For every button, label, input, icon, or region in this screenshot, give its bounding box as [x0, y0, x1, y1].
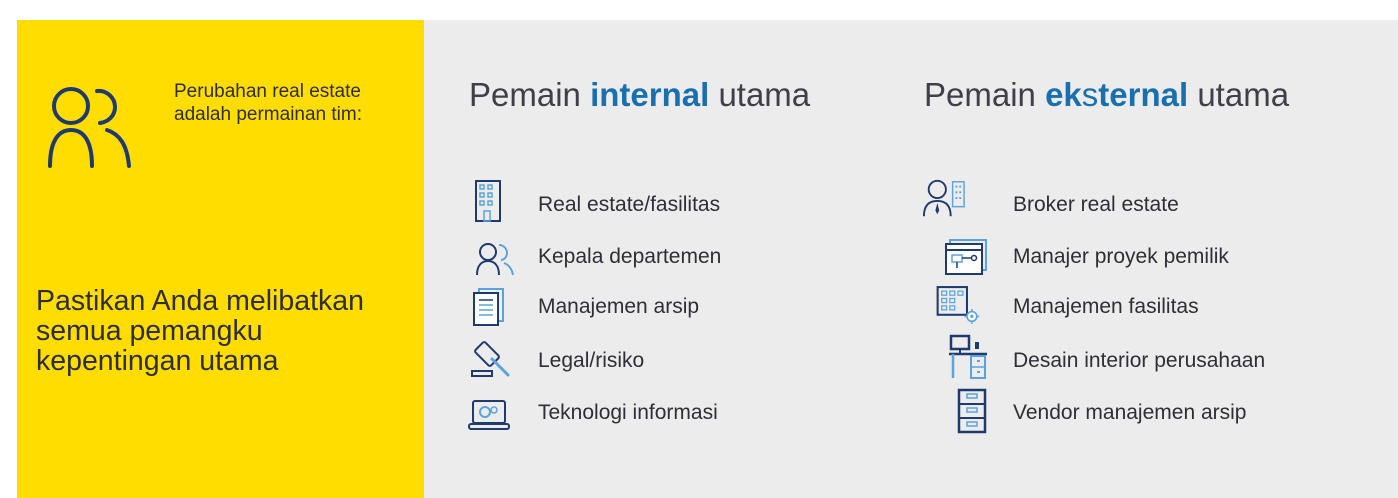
- list-item-label: Manajer proyek pemilik: [1013, 245, 1229, 268]
- external-heading: Pemain eksternal utama: [924, 76, 1290, 113]
- documents-icon: [467, 285, 511, 329]
- list-item-label: Legal/risiko: [538, 349, 645, 372]
- list-item-label: Desain interior perusahaan: [1013, 349, 1266, 372]
- list-item-label: Manajemen arsip: [538, 295, 700, 318]
- broker-icon: [922, 177, 966, 221]
- list-item-label: Vendor manajemen arsip: [1013, 401, 1247, 424]
- team-people-icon: [45, 78, 135, 168]
- people-icon: [473, 237, 517, 281]
- list-item-label: Broker real estate: [1013, 193, 1179, 216]
- gavel-icon: [469, 337, 513, 381]
- stakeholder-callout: Pastikan Anda melibatkan semua pemangku …: [36, 285, 364, 377]
- cabinet-icon: [950, 388, 994, 434]
- list-item-label: Manajemen fasilitas: [1013, 295, 1199, 318]
- project-window-icon: [944, 235, 988, 279]
- internal-heading: Pemain internal utama: [469, 76, 811, 113]
- laptop-gear-icon: [467, 393, 511, 437]
- building-gear-icon: [936, 283, 980, 327]
- list-item-label: Teknologi informasi: [538, 401, 718, 424]
- team-game-text: Perubahan real estate adalah permainan t…: [174, 81, 362, 125]
- building-icon: [467, 179, 511, 223]
- list-item-label: Real estate/fasilitas: [538, 193, 721, 216]
- desk-icon: [946, 334, 990, 379]
- list-item-label: Kepala departemen: [538, 245, 722, 268]
